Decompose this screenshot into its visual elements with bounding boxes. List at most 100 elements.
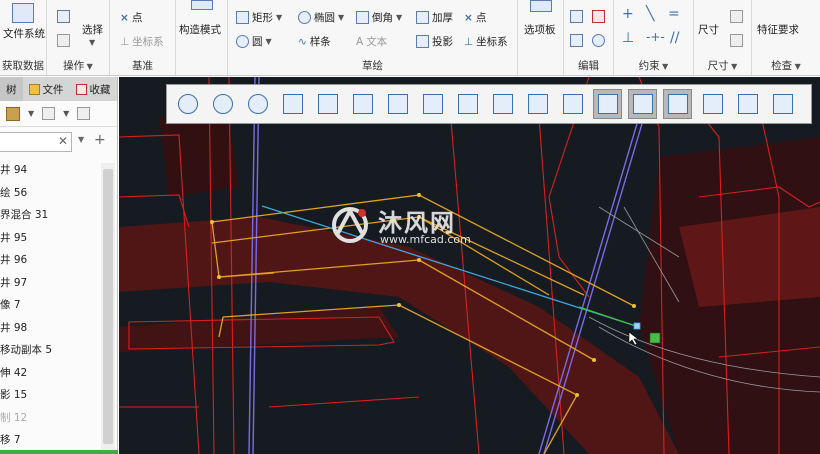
sketch-view-button[interactable] <box>418 89 447 119</box>
saved-views-button[interactable] <box>348 89 377 119</box>
file-system-icon[interactable] <box>12 3 34 23</box>
chamfer-dropdown-icon[interactable]: ▼ <box>396 13 402 22</box>
appearance-button[interactable] <box>698 89 727 119</box>
model-upper-block-shading <box>159 117 239 197</box>
tree-settings-dropdown-icon[interactable]: ▼ <box>28 109 34 118</box>
copy-icon[interactable] <box>57 10 70 23</box>
delete-segment-icon[interactable] <box>592 10 605 23</box>
tree-item[interactable]: 井 94 <box>0 159 100 182</box>
group-label-dimension: 尺寸 ▼ <box>694 58 751 73</box>
repaint-button[interactable] <box>278 89 307 119</box>
sketch-point-button[interactable]: × 点 <box>464 10 486 25</box>
spline-button[interactable]: ∿ 样条 <box>298 34 331 49</box>
file-system-button[interactable]: 文件系统 <box>3 26 45 41</box>
section-button[interactable] <box>733 89 762 119</box>
ellipse-dropdown-icon[interactable]: ▼ <box>338 13 344 22</box>
tree-filter-dropdown-icon[interactable]: ▼ <box>63 109 69 118</box>
display-style-button[interactable] <box>523 89 552 119</box>
tree-item[interactable]: 伸 42 <box>0 362 100 385</box>
tree-item[interactable]: 制 12 <box>0 407 100 430</box>
paste-icon[interactable] <box>57 34 70 47</box>
csys-display-button[interactable] <box>628 89 657 119</box>
tab-model-tree[interactable]: 树 <box>0 77 23 101</box>
point-icon: × <box>120 11 129 24</box>
perspective-button[interactable] <box>768 89 797 119</box>
select-label: 选择 <box>82 24 103 36</box>
tangent-constraint-icon[interactable]: ╲ <box>646 6 654 22</box>
project-button[interactable]: 投影 <box>416 34 453 49</box>
tree-filter-icon[interactable] <box>42 107 56 120</box>
mirror-icon[interactable] <box>570 34 583 47</box>
drag-handle[interactable] <box>633 322 641 330</box>
snap-indicator-icon <box>649 332 661 344</box>
equal-constraint-icon[interactable]: = <box>668 6 680 22</box>
rectangle-dropdown-icon[interactable]: ▼ <box>276 13 282 22</box>
rotate-resize-icon[interactable] <box>592 34 605 47</box>
select-dropdown-icon[interactable]: ▼ <box>89 38 95 47</box>
zoom-in-button[interactable] <box>208 89 237 119</box>
sketch-display-button[interactable] <box>593 89 622 119</box>
tree-columns-icon[interactable] <box>77 107 91 120</box>
reference-dimension-icon[interactable] <box>730 34 743 47</box>
chamfer-button[interactable]: 倒角 ▼ <box>356 10 402 25</box>
datum-csys-button[interactable]: ⊥ 坐标系 <box>120 34 164 49</box>
tree-item[interactable]: 移 7 <box>0 429 100 451</box>
spin-center-icon <box>492 94 513 114</box>
add-icon[interactable]: + <box>94 132 106 148</box>
feature-requirements-button[interactable]: 特征要求 <box>757 22 799 37</box>
perpendicular-constraint-icon[interactable]: ⊥ <box>622 30 634 46</box>
tree-item[interactable]: 井 97 <box>0 272 100 295</box>
tree-scrollbar-thumb[interactable] <box>103 169 113 444</box>
tree-item[interactable]: 井 98 <box>0 317 100 340</box>
datum-point-button[interactable]: × 点 <box>120 10 142 25</box>
spin-center-button[interactable] <box>488 89 517 119</box>
model-tree: 井 94 绘 56 界混合 31 井 95 井 96 井 97 像 7井 98 移动副本 5伸… <box>0 159 100 451</box>
datum-display-button[interactable] <box>453 89 482 119</box>
tree-item[interactable]: 移动副本 5 <box>0 339 100 362</box>
operations-dropdown-icon[interactable]: ▼ <box>84 62 93 71</box>
search-dropdown-icon[interactable]: ▼ <box>78 135 84 144</box>
inspect-label: 检查 <box>771 60 793 72</box>
tree-item[interactable]: 像 7 <box>0 294 100 317</box>
tab-favorites[interactable]: 收藏 <box>70 77 117 101</box>
modify-icon[interactable] <box>570 10 583 23</box>
ribbon-group-palette: 选项板 <box>518 0 564 75</box>
tree-item[interactable]: 绘 56 <box>0 182 100 205</box>
palette-button[interactable]: 选项板 <box>524 22 556 37</box>
palette-icon[interactable] <box>530 0 552 12</box>
rectangle-button[interactable]: 矩形 ▼ <box>236 10 282 25</box>
ellipse-button[interactable]: 椭圆 ▼ <box>298 10 344 25</box>
datum-csys-label: 坐标系 <box>132 36 164 48</box>
midpoint-constraint-icon[interactable]: -+- <box>646 30 665 44</box>
annotation-display-button[interactable] <box>558 89 587 119</box>
text-button[interactable]: A 文本 <box>356 34 387 49</box>
orientation-button[interactable] <box>313 89 342 119</box>
zoom-out-button[interactable] <box>243 89 272 119</box>
sketch-csys-button[interactable]: ⊥ 坐标系 <box>464 34 508 49</box>
tree-settings-icon[interactable] <box>6 106 20 121</box>
circle-dropdown-icon[interactable]: ▼ <box>266 37 272 46</box>
select-button[interactable]: 选择 <box>82 22 103 37</box>
construction-mode-button[interactable]: 构造模式 <box>179 22 221 37</box>
vertical-constraint-icon[interactable]: + <box>622 6 634 22</box>
circle-button[interactable]: 圆 ▼ <box>236 34 272 49</box>
view-manager-button[interactable] <box>383 89 412 119</box>
tree-item[interactable]: 井 96 <box>0 249 100 272</box>
dimension-button[interactable]: 尺寸 <box>698 22 719 37</box>
tree-item[interactable]: 界混合 31 <box>0 204 100 227</box>
graphics-area[interactable]: 沐风网 www.mfcad.com <box>119 77 820 454</box>
tree-scrollbar[interactable] <box>101 163 115 451</box>
tab-folder-browser[interactable]: 文件 <box>23 77 70 101</box>
inspect-dropdown-icon[interactable]: ▼ <box>792 62 801 71</box>
refit-button[interactable] <box>173 89 202 119</box>
dimension-icon[interactable] <box>730 10 743 23</box>
tree-item[interactable]: 影 15 <box>0 384 100 407</box>
thicken-button[interactable]: 加厚 <box>416 10 453 25</box>
tree-item[interactable]: 井 95 <box>0 227 100 250</box>
visibility-button[interactable] <box>663 89 692 119</box>
constrain-dropdown-icon[interactable]: ▼ <box>660 62 668 71</box>
dimension-dropdown-icon[interactable]: ▼ <box>729 62 737 71</box>
construction-mode-icon[interactable] <box>191 0 213 10</box>
parallel-constraint-icon[interactable]: // <box>670 30 679 46</box>
clear-search-icon[interactable]: ✕ <box>58 134 68 148</box>
